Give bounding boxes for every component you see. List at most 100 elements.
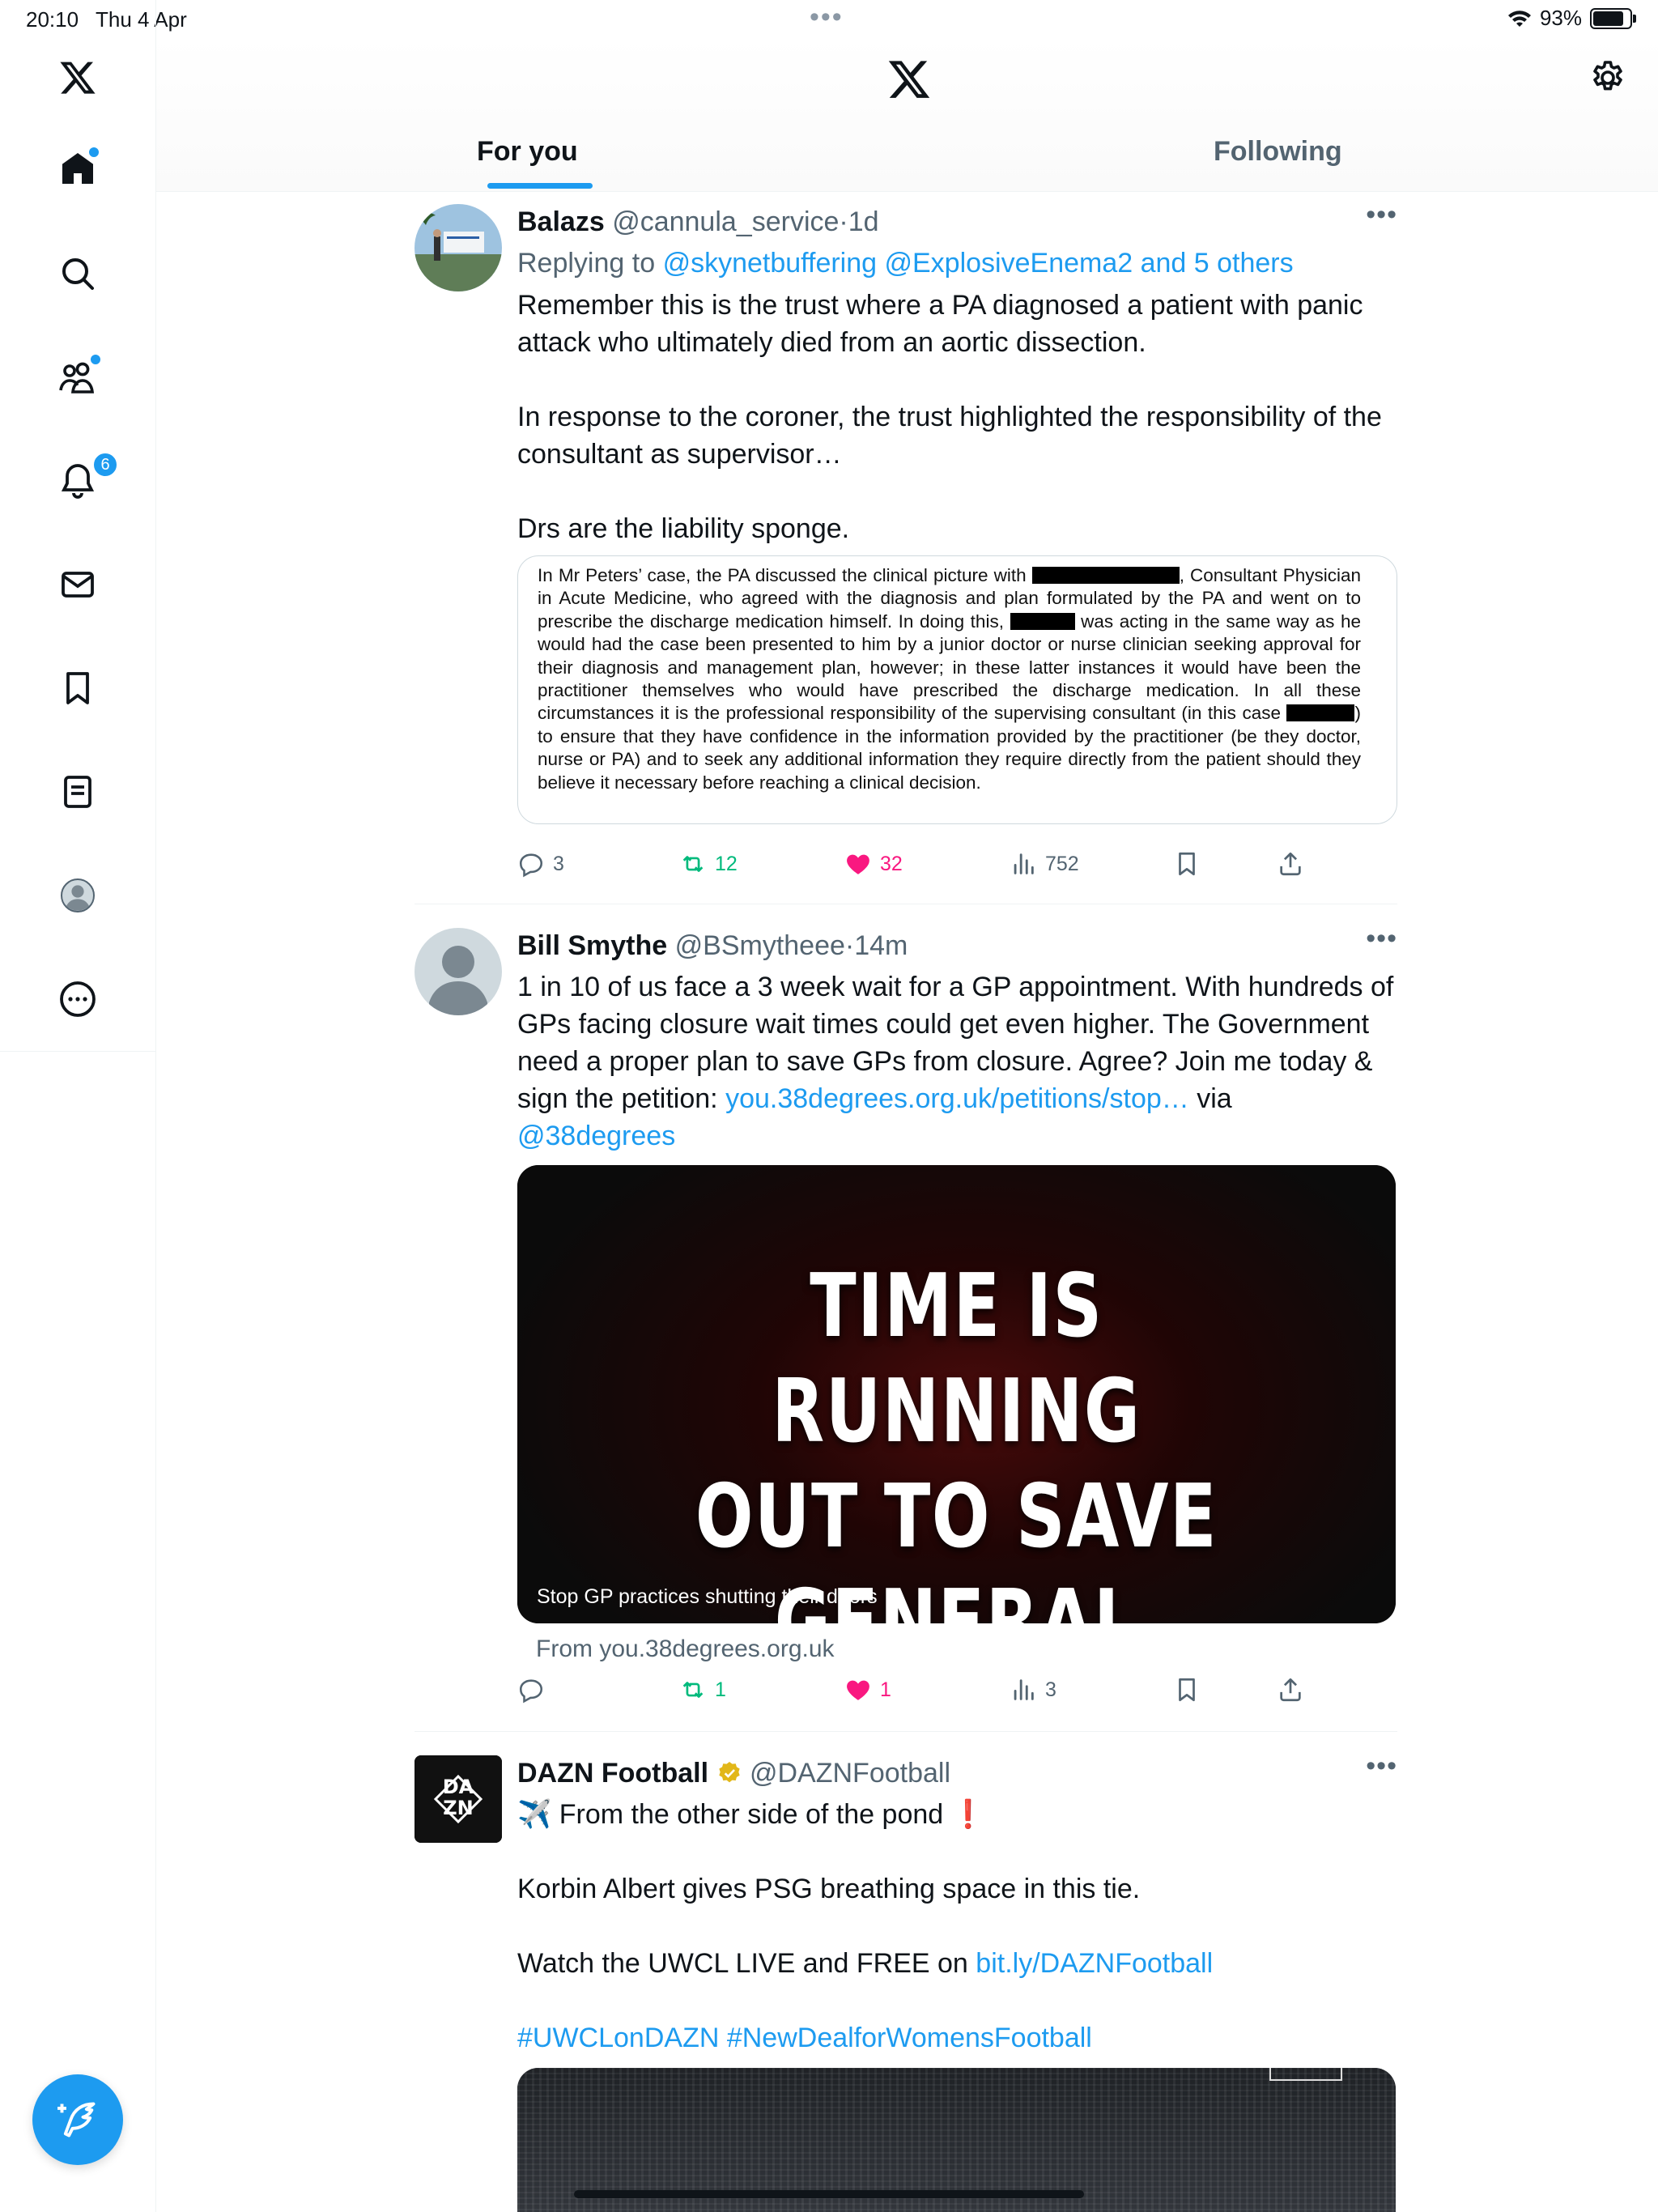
replying-mentions-link[interactable]: @skynetbuffering @ExplosiveEnema2 and 5 …	[663, 248, 1294, 279]
nav-home[interactable]	[52, 143, 104, 194]
meta-separator: ·	[839, 206, 848, 237]
nav-more[interactable]	[52, 973, 104, 1025]
tab-following[interactable]: Following	[1214, 136, 1342, 168]
status-bar: 20:10 Thu 4 Apr ••• 93%	[0, 0, 1658, 37]
views-button[interactable]: 3	[1010, 1676, 1056, 1704]
mention-link[interactable]: @38degrees	[517, 1121, 675, 1151]
avatar[interactable]	[414, 204, 502, 291]
settings-gear-icon[interactable]	[1588, 58, 1627, 97]
lists-icon	[64, 776, 91, 808]
x-logo[interactable]	[52, 52, 104, 104]
retweet-button[interactable]: 1	[679, 1676, 726, 1704]
battery-fill	[1593, 11, 1623, 26]
heart-filled-icon	[847, 1680, 869, 1700]
card-headline-line: OUT TO SAVE	[695, 1466, 1218, 1568]
tweet-header: Balazs @cannula_service·1d	[517, 204, 1397, 240]
communities-unread-dot	[89, 353, 102, 366]
like-count: 32	[880, 852, 903, 875]
reply-button[interactable]	[517, 1676, 553, 1704]
bookmarks-icon	[66, 672, 89, 704]
via-text: via	[1197, 1083, 1232, 1114]
author-name[interactable]: Balazs	[517, 206, 605, 237]
notifications-icon	[61, 464, 95, 499]
wifi-icon	[1507, 10, 1531, 27]
share-icon	[1280, 1678, 1301, 1702]
active-tab-indicator	[487, 183, 593, 189]
sidebar-divider	[0, 1051, 155, 1052]
default-avatar-icon	[414, 928, 502, 1015]
document-segment: In Mr Peters’ case, the PA discussed the…	[538, 565, 1027, 585]
avatar[interactable]: DA ZN	[414, 1755, 502, 1843]
tweet-text: Remember this is the trust where a PA di…	[517, 287, 1397, 547]
share-button[interactable]	[1277, 850, 1304, 878]
home-indicator[interactable]	[574, 2190, 1084, 2198]
bookmark-button[interactable]	[1173, 850, 1201, 878]
views-button[interactable]: 752	[1010, 850, 1079, 878]
more-options-icon[interactable]: •••	[1366, 199, 1397, 231]
card-source[interactable]: From you.38degrees.org.uk	[536, 1636, 835, 1663]
bookmark-button[interactable]	[1173, 1676, 1201, 1704]
tweet-paragraph: Remember this is the trust where a PA di…	[517, 290, 1363, 358]
avatar-photo	[414, 204, 502, 291]
avatar[interactable]	[414, 928, 502, 1015]
more-options-icon[interactable]: •••	[1366, 1755, 1397, 1782]
tweet-body: Balazs @cannula_service·1d ••• Replying …	[517, 199, 1397, 547]
compose-button[interactable]	[32, 2074, 123, 2165]
tweet[interactable]: Balazs @cannula_service·1d ••• Replying …	[414, 199, 1397, 892]
nav-lists[interactable]	[52, 766, 104, 818]
nav-communities[interactable]	[52, 351, 104, 403]
tweet-text: ✈️ From the other side of the pond ❗ Kor…	[517, 1796, 1397, 2057]
x-logo-icon	[60, 62, 96, 94]
search-icon	[62, 258, 94, 290]
author-handle[interactable]: @DAZNFootball	[750, 1758, 950, 1789]
tweet-time[interactable]: 1d	[848, 206, 879, 237]
like-button[interactable]: 32	[844, 850, 903, 878]
nav-profile[interactable]	[52, 870, 104, 921]
tweet-time[interactable]: 14m	[854, 930, 908, 961]
nav-bookmarks[interactable]	[52, 662, 104, 714]
petition-link[interactable]: you.38degrees.org.uk/petitions/stop…	[725, 1083, 1189, 1114]
tweet[interactable]: DA ZN DAZN Football @DAZNFootball ••• ✈️…	[414, 1755, 1397, 2212]
nav-notifications[interactable]: 6	[52, 452, 118, 507]
share-button[interactable]	[1277, 1676, 1304, 1704]
view-count: 752	[1045, 852, 1079, 875]
redaction-bar	[1010, 612, 1075, 630]
bookmark-icon	[1179, 852, 1195, 876]
like-count: 1	[880, 1678, 891, 1701]
nav-messages[interactable]	[52, 559, 104, 610]
author-name[interactable]: DAZN Football	[517, 1758, 708, 1789]
link-card-image[interactable]: TIME IS RUNNING OUT TO SAVE GENERAL PRAC…	[517, 1165, 1396, 1623]
tweet[interactable]: Bill Smythe @BSmytheee·14m ••• 1 in 10 o…	[414, 923, 1397, 1721]
more-options-icon[interactable]: •••	[1366, 923, 1397, 955]
multitasking-dots-icon[interactable]: •••	[810, 2, 844, 33]
tweet-text: 1 in 10 of us face a 3 week wait for a G…	[517, 968, 1397, 1155]
redaction-bar	[1286, 704, 1355, 722]
profile-icon	[61, 878, 95, 912]
hashtags-link[interactable]: #UWCLonDAZN #NewDealforWomensFootball	[517, 2023, 1092, 2053]
heart-filled-icon	[847, 854, 869, 874]
tweet-body: DAZN Football @DAZNFootball ••• ✈️ From …	[517, 1755, 1397, 2057]
author-handle[interactable]: @BSmytheee	[675, 930, 845, 961]
meta-separator: ·	[844, 930, 855, 961]
views-chart-icon	[1014, 853, 1034, 874]
dazn-link[interactable]: bit.ly/DAZNFootball	[976, 1948, 1213, 1979]
retweet-button[interactable]: 12	[679, 850, 738, 878]
like-button[interactable]: 1	[844, 1676, 891, 1704]
tab-for-you[interactable]: For you	[477, 136, 578, 168]
attached-document-image[interactable]: In Mr Peters’ case, the PA discussed the…	[517, 555, 1397, 824]
tweet-paragraph: Drs are the liability sponge.	[517, 513, 850, 544]
card-caption: Stop GP practices shutting their doors	[537, 1585, 878, 1608]
nav-search[interactable]	[52, 248, 104, 300]
author-handle[interactable]: @cannula_service	[612, 206, 839, 237]
author-name[interactable]: Bill Smythe	[517, 930, 667, 961]
views-chart-icon	[1014, 1679, 1034, 1700]
reply-button[interactable]: 3	[517, 850, 564, 878]
battery-icon	[1590, 7, 1636, 29]
tweet-header: DAZN Football @DAZNFootball	[517, 1755, 1397, 1791]
redaction-bar	[1031, 567, 1180, 584]
tweet-paragraph: Watch the UWCL LIVE and FREE on bit.ly/D…	[517, 1945, 1397, 1982]
x-logo-icon[interactable]	[886, 57, 932, 102]
tweet-paragraph: #UWCLonDAZN #NewDealforWomensFootball	[517, 2019, 1397, 2057]
goal-frame	[1269, 2068, 1342, 2081]
dazn-logo-line: ZN	[443, 1797, 474, 1819]
